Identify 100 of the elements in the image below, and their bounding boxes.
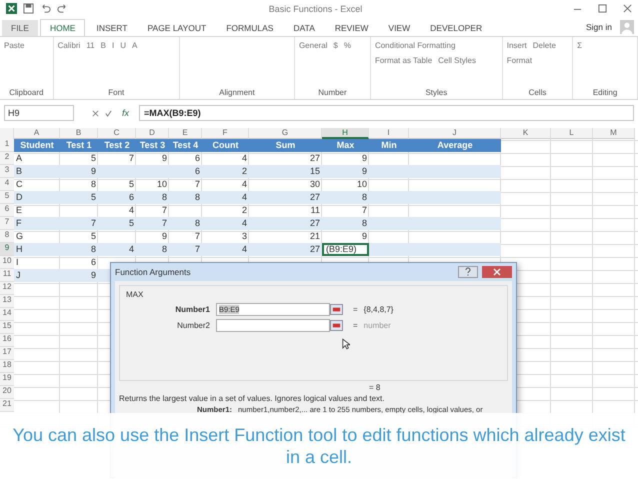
ribbon-command[interactable]: Cell Styles — [438, 54, 476, 67]
row-header[interactable]: 19 — [0, 373, 14, 386]
row-header[interactable]: 18 — [0, 360, 14, 373]
redo-icon[interactable] — [57, 3, 68, 14]
ribbon-tab[interactable]: REVIEW — [326, 20, 378, 36]
column-header[interactable]: L — [551, 128, 593, 139]
table-cell-text: 8 — [360, 217, 368, 230]
row-header[interactable]: 4 — [0, 178, 14, 191]
ribbon-tab[interactable]: DEVELOPER — [421, 20, 492, 36]
table-cell-text: 8 — [194, 191, 201, 204]
ribbon-command[interactable]: 11 — [86, 39, 95, 52]
ribbon-command[interactable]: Calibri — [58, 39, 80, 52]
save-icon[interactable] — [23, 3, 34, 14]
row-header[interactable]: 10 — [0, 256, 14, 269]
ribbon-command[interactable]: I — [112, 39, 114, 52]
column-header[interactable]: E — [169, 128, 202, 139]
row-header[interactable]: 17 — [0, 347, 14, 360]
sign-in-link[interactable]: Sign in — [586, 22, 612, 32]
ribbon-command[interactable]: Insert — [506, 39, 527, 52]
column-header[interactable]: I — [369, 128, 409, 139]
column-header[interactable]: C — [98, 128, 136, 139]
ribbon-tab[interactable]: DATA — [284, 20, 324, 36]
formula-field[interactable]: =MAX(B9:E9) — [139, 105, 634, 121]
group-label: Clipboard — [8, 88, 44, 97]
table-cell-text: 9 — [90, 269, 97, 282]
name-box[interactable]: H9 — [4, 105, 74, 121]
table-cell-text: 6 — [128, 191, 135, 204]
ribbon-tab[interactable]: HOME — [40, 19, 86, 36]
collapse-dialog-icon[interactable] — [330, 304, 343, 315]
column-header[interactable]: M — [593, 128, 635, 139]
maximize-icon[interactable] — [598, 4, 607, 13]
row-header[interactable]: 14 — [0, 308, 14, 321]
row-header[interactable]: 7 — [0, 217, 14, 230]
ribbon-tab[interactable]: PAGE LAYOUT — [138, 20, 216, 36]
table-cell-text: A — [15, 152, 24, 165]
row-header[interactable]: 13 — [0, 295, 14, 308]
table-cell-text: 7 — [194, 243, 201, 256]
table-cell-text: J — [15, 269, 22, 282]
check-icon[interactable] — [105, 110, 112, 116]
ribbon-tab[interactable]: FILE — [2, 20, 38, 36]
row-header[interactable]: 12 — [0, 282, 14, 295]
ribbon-command[interactable]: Conditional Formatting — [374, 39, 456, 52]
table-cell-text: 7 — [360, 204, 368, 217]
row-header[interactable]: 20 — [0, 386, 14, 399]
column-header[interactable]: A — [14, 128, 60, 139]
ribbon-command[interactable]: Delete — [532, 39, 556, 52]
column-header[interactable]: B — [60, 128, 98, 139]
row-header[interactable]: 15 — [0, 321, 14, 334]
table-cell-text: 7 — [194, 230, 201, 243]
row-header[interactable]: 5 — [0, 191, 14, 204]
row-header[interactable]: 11 — [0, 269, 14, 282]
table-cell-text: 4 — [240, 152, 248, 165]
function-description: Returns the largest value in a set of values. Ignores logical values and text. — [119, 394, 386, 403]
column-header[interactable]: H — [322, 128, 369, 139]
cancel-icon[interactable] — [92, 110, 99, 116]
row-header[interactable]: 9 — [0, 243, 14, 256]
ribbon-command[interactable]: B — [100, 39, 106, 52]
help-icon[interactable] — [458, 266, 478, 278]
table-cell-text: 8 — [160, 191, 168, 204]
close-icon[interactable] — [623, 4, 632, 13]
column-header[interactable]: D — [136, 128, 169, 139]
column-header[interactable]: J — [409, 128, 501, 139]
table-cell-text: 7 — [90, 217, 97, 230]
collapse-dialog-icon[interactable] — [330, 320, 343, 331]
close-icon[interactable] — [482, 266, 512, 278]
table-cell-text: 5 — [90, 230, 97, 243]
table-cell-text: 15 — [308, 165, 321, 178]
table-cell-text: 8 — [90, 178, 97, 191]
ribbon-command[interactable]: U — [120, 39, 126, 52]
row-header[interactable]: 1 — [0, 139, 14, 152]
ribbon-tab[interactable]: VIEW — [379, 20, 420, 36]
ribbon-command[interactable]: $ — [333, 39, 338, 52]
ribbon-tab[interactable]: FORMULAS — [217, 20, 282, 36]
column-header[interactable]: F — [202, 128, 249, 139]
table-cell-text: 5 — [128, 217, 135, 230]
row-header[interactable]: 3 — [0, 165, 14, 178]
ribbon-command[interactable]: A — [132, 39, 138, 52]
ribbon-tab[interactable]: INSERT — [87, 20, 136, 36]
ribbon-command[interactable]: General — [298, 39, 328, 52]
row-header[interactable]: 6 — [0, 204, 14, 217]
ribbon-command[interactable]: Format — [506, 54, 532, 67]
table-header-cell-text: Count — [212, 139, 240, 152]
ribbon-command[interactable]: Format as Table — [374, 54, 432, 67]
undo-icon[interactable] — [40, 3, 51, 14]
ribbon-command[interactable]: % — [344, 39, 351, 52]
group-label: Editing — [592, 88, 618, 97]
argument-field[interactable] — [216, 319, 330, 332]
row-header[interactable]: 8 — [0, 230, 14, 243]
row-header[interactable]: 2 — [0, 152, 14, 165]
table-header-cell-text: Student — [19, 139, 55, 152]
column-header[interactable]: G — [249, 128, 322, 139]
row-header[interactable]: 16 — [0, 334, 14, 347]
column-header[interactable]: K — [501, 128, 551, 139]
table-cell-text: 7 — [194, 178, 201, 191]
equals-sign: = — [353, 321, 358, 330]
row-header[interactable]: 21 — [0, 399, 14, 412]
ribbon-command[interactable]: Paste — [4, 39, 24, 52]
insert-function-button[interactable]: fx — [118, 108, 134, 118]
dialog-title: Function Arguments — [115, 267, 192, 277]
ribbon-command[interactable]: Σ — [577, 39, 582, 52]
